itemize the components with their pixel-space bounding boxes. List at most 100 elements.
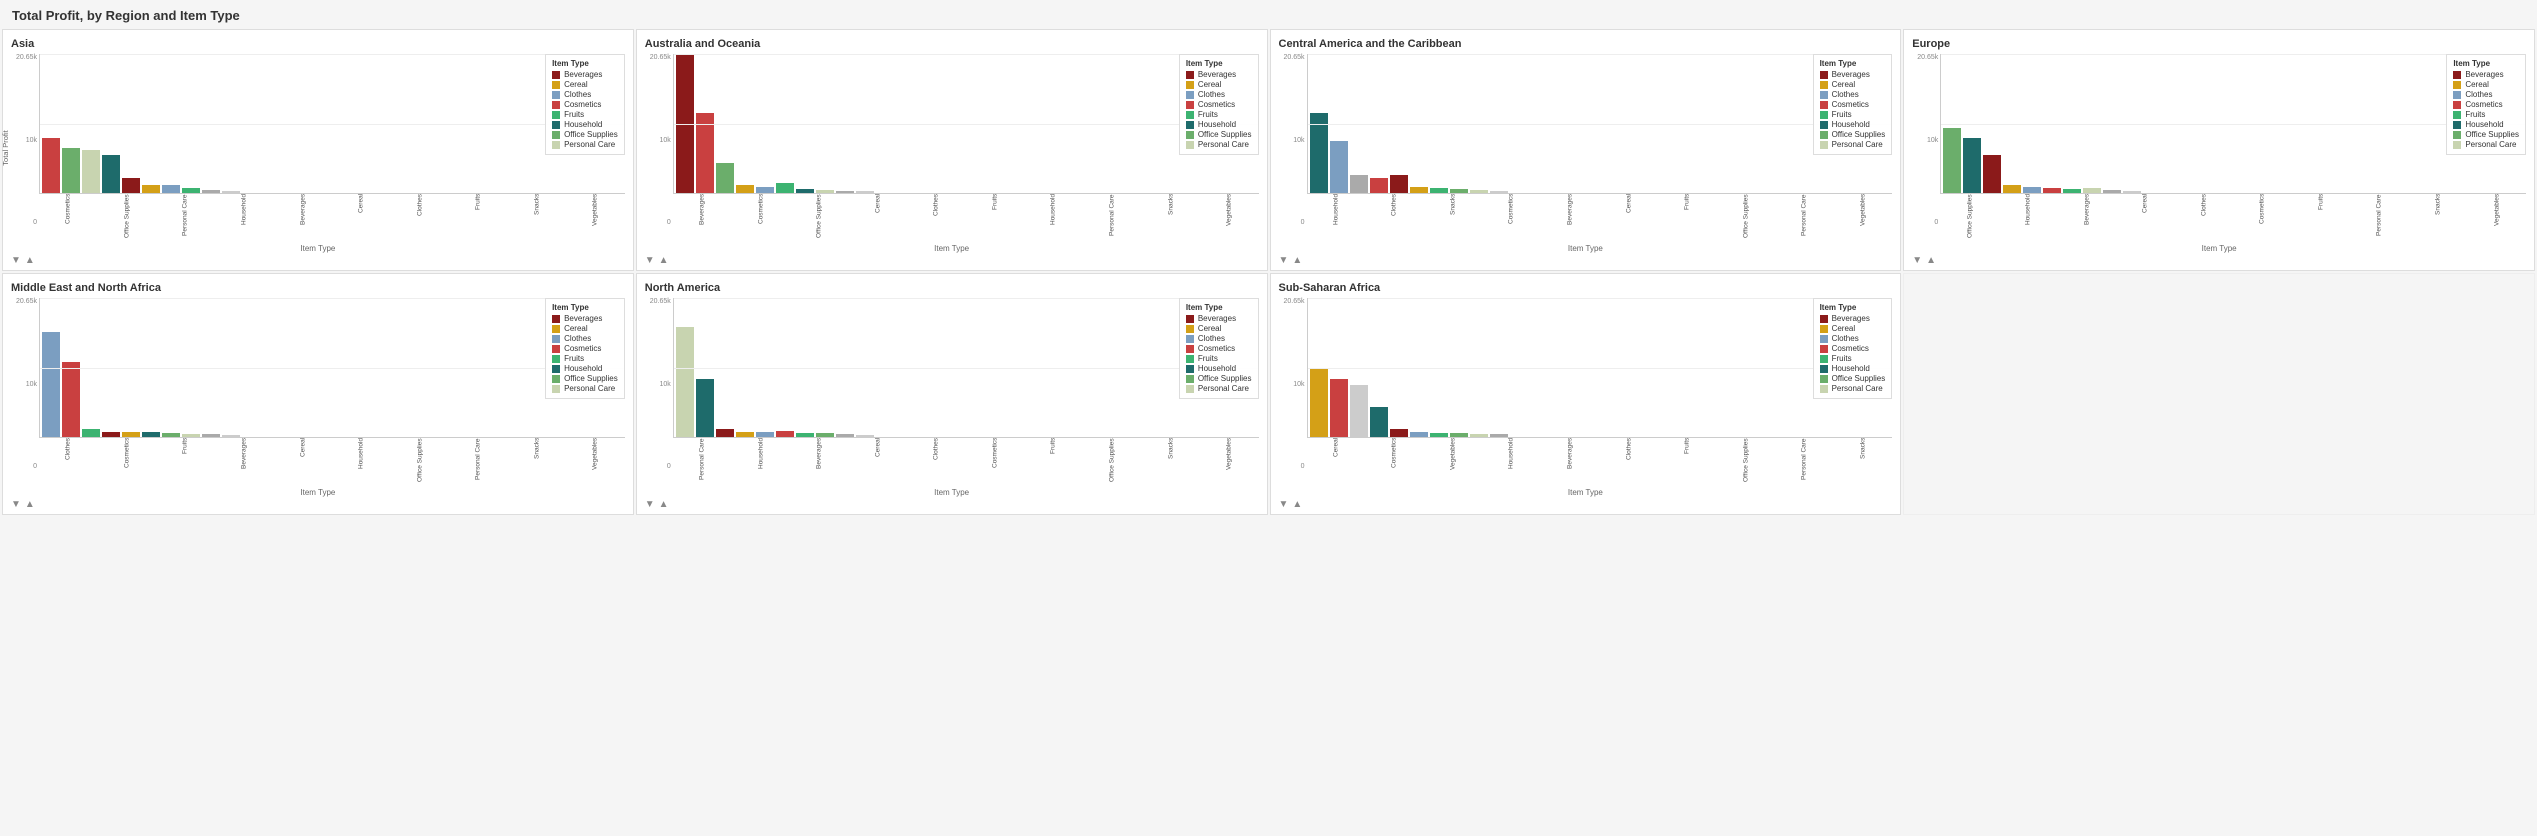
bar-household[interactable] <box>696 379 714 437</box>
bar-snacks[interactable] <box>1350 175 1368 193</box>
bar-cereal[interactable] <box>122 432 140 437</box>
bar-fruits[interactable] <box>1430 433 1448 437</box>
bar-personal-care[interactable] <box>1470 434 1488 437</box>
bar-household[interactable] <box>1310 113 1328 193</box>
bar-clothes[interactable] <box>162 185 180 193</box>
bar-vegetables[interactable] <box>2123 191 2141 193</box>
bar-cereal[interactable] <box>736 185 754 193</box>
legend-item-household: Household <box>552 364 618 373</box>
bar-fruits[interactable] <box>182 188 200 193</box>
bar-household[interactable] <box>796 189 814 193</box>
bar-snacks[interactable] <box>2103 190 2121 193</box>
bar-beverages[interactable] <box>1390 175 1408 193</box>
bar-snacks[interactable] <box>1490 434 1508 437</box>
sort-desc-asia[interactable]: ▼ <box>11 255 21 266</box>
sort-asc-asia[interactable]: ▲ <box>25 255 35 266</box>
bar-vegetables[interactable] <box>1490 191 1508 193</box>
bar-vegetables[interactable] <box>222 435 240 437</box>
x-label-household: Household <box>235 194 253 242</box>
bar-office-supplies[interactable] <box>62 148 80 193</box>
bar-fruits[interactable] <box>776 183 794 193</box>
sort-asc-aus[interactable]: ▲ <box>659 255 669 266</box>
chart-northam: North America 20.65k 10k 0 Personal Care… <box>636 273 1268 515</box>
bar-fruits[interactable] <box>82 429 100 437</box>
bar-office-supplies[interactable] <box>716 163 734 193</box>
sort-desc-subsaharan[interactable]: ▼ <box>1279 499 1289 510</box>
bar-snacks[interactable] <box>836 191 854 193</box>
sort-asc-subsaharan[interactable]: ▲ <box>1292 499 1302 510</box>
bar-clothes[interactable] <box>2023 187 2041 193</box>
bar-personal-care[interactable] <box>816 190 834 193</box>
bar-cereal[interactable] <box>142 185 160 193</box>
bar-snacks[interactable] <box>836 434 854 437</box>
y-zero-subsaharan: 0 <box>1279 463 1305 470</box>
sort-desc-aus[interactable]: ▼ <box>645 255 655 266</box>
bar-cosmetics[interactable] <box>1370 178 1388 193</box>
legend-label-cosmetics: Cosmetics <box>1198 100 1235 109</box>
bar-snacks[interactable] <box>202 434 220 437</box>
legend-color-fruits <box>1820 111 1828 119</box>
bar-fruits[interactable] <box>2063 189 2081 193</box>
bar-beverages[interactable] <box>102 432 120 437</box>
bar-vegetables[interactable] <box>856 191 874 193</box>
x-label-asia: Item Type <box>11 244 625 253</box>
sort-asc-europe[interactable]: ▲ <box>1926 255 1936 266</box>
bar-beverages[interactable] <box>716 429 734 437</box>
bar-office-supplies[interactable] <box>1450 433 1468 437</box>
bar-snacks[interactable] <box>202 190 220 193</box>
sort-desc-europe[interactable]: ▼ <box>1912 255 1922 266</box>
bar-beverages[interactable] <box>1983 155 2001 193</box>
bar-personal-care[interactable] <box>676 327 694 437</box>
bar-household[interactable] <box>1963 138 1981 193</box>
bar-vegetables[interactable] <box>856 435 874 437</box>
bar-cosmetics[interactable] <box>776 431 794 437</box>
bar-cosmetics[interactable] <box>696 113 714 193</box>
bar-cosmetics[interactable] <box>2043 188 2061 193</box>
legend-color-office-supplies <box>1820 131 1828 139</box>
bar-vegetables[interactable] <box>222 191 240 193</box>
bar-vegetables[interactable] <box>1350 385 1368 437</box>
legend-label-household: Household <box>564 120 602 129</box>
bar-fruits[interactable] <box>796 433 814 437</box>
bar-cereal[interactable] <box>736 432 754 437</box>
bar-beverages[interactable] <box>122 178 140 193</box>
sort-asc-central[interactable]: ▲ <box>1292 255 1302 266</box>
sort-asc-mideast[interactable]: ▲ <box>25 499 35 510</box>
bar-clothes[interactable] <box>42 332 60 437</box>
sort-asc-northam[interactable]: ▲ <box>659 499 669 510</box>
bar-office-supplies[interactable] <box>162 433 180 437</box>
bar-office-supplies[interactable] <box>816 433 834 437</box>
bar-cereal[interactable] <box>1410 187 1428 193</box>
sort-desc-mideast[interactable]: ▼ <box>11 499 21 510</box>
legend-label-fruits: Fruits <box>1832 354 1852 363</box>
bar-fruits[interactable] <box>1430 188 1448 193</box>
legend-item-personal-care: Personal Care <box>1186 384 1252 393</box>
bar-cosmetics[interactable] <box>62 362 80 437</box>
sort-desc-central[interactable]: ▼ <box>1279 255 1289 266</box>
legend-color-cereal <box>1820 81 1828 89</box>
bar-clothes[interactable] <box>1330 141 1348 193</box>
legend-item-personal-care: Personal Care <box>1820 384 1886 393</box>
legend-item-cosmetics: Cosmetics <box>1820 100 1886 109</box>
bar-beverages[interactable] <box>1390 429 1408 437</box>
bar-personal-care[interactable] <box>82 150 100 193</box>
bar-household[interactable] <box>142 432 160 437</box>
bar-clothes[interactable] <box>1410 432 1428 437</box>
bar-cereal[interactable] <box>2003 185 2021 193</box>
bar-office-supplies[interactable] <box>1943 128 1961 193</box>
bar-cereal[interactable] <box>1310 369 1328 437</box>
bar-personal-care[interactable] <box>182 434 200 437</box>
bar-clothes[interactable] <box>756 187 774 193</box>
bar-clothes[interactable] <box>756 432 774 437</box>
legend-central: Item Type Beverages Cereal Clothes Cosme… <box>1813 54 1893 155</box>
x-label-clothes: Clothes <box>59 438 77 486</box>
bar-cosmetics[interactable] <box>42 138 60 193</box>
bar-household[interactable] <box>1370 407 1388 437</box>
bar-cosmetics[interactable] <box>1330 379 1348 437</box>
bar-office-supplies[interactable] <box>1450 189 1468 193</box>
bar-household[interactable] <box>102 155 120 193</box>
sort-desc-northam[interactable]: ▼ <box>645 499 655 510</box>
bar-personal-care[interactable] <box>1470 190 1488 193</box>
bar-personal-care[interactable] <box>2083 188 2101 193</box>
chart-subsaharan: Sub-Saharan Africa 20.65k 10k 0 CerealCo… <box>1270 273 1902 515</box>
